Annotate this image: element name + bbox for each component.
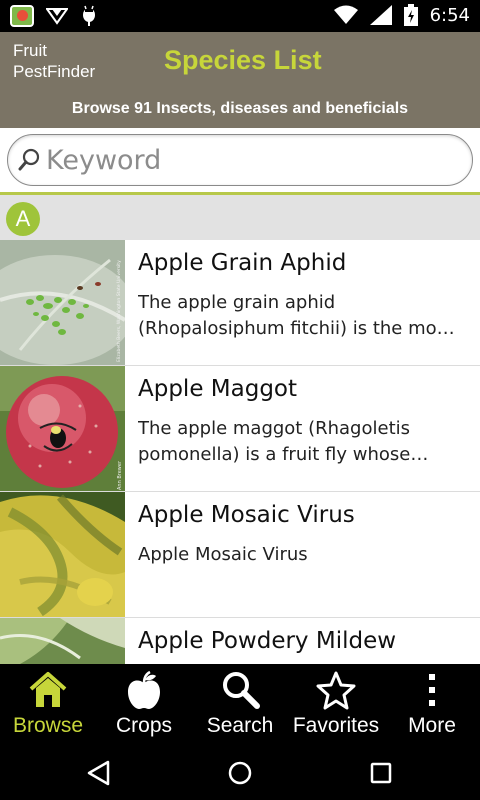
tab-label: More (408, 714, 456, 737)
species-description-line-2: pomonella) is a fruit fly whose… (138, 444, 429, 465)
system-nav-bar (0, 746, 480, 800)
page-subtitle: Browse 91 Insects, diseases and benefici… (71, 100, 409, 117)
search-bar (0, 128, 480, 192)
species-photo: Ann Brewer (0, 366, 125, 491)
species-photo (0, 492, 125, 617)
tab-label: Crops (115, 714, 173, 737)
home-icon (29, 672, 67, 707)
keyword-input[interactable] (46, 144, 446, 176)
photo-credit: Elizabeth Beers, Washington State Univer… (117, 260, 122, 362)
tab-browse[interactable]: Browse (0, 664, 96, 746)
star-icon (316, 671, 356, 710)
tab-more[interactable]: More (384, 664, 480, 746)
apple-icon (128, 670, 160, 709)
wifi-signal-icon (333, 5, 358, 24)
species-title: Apple Grain Aphid (138, 250, 347, 276)
tab-label: Search (206, 714, 274, 737)
magnifier-icon (18, 148, 40, 171)
list-item[interactable]: Ann Brewer Apple Maggot The apple maggot… (0, 366, 480, 492)
tab-label: Favorites (292, 714, 380, 737)
tab-crops[interactable]: Crops (96, 664, 192, 746)
species-title: Apple Powdery Mildew (138, 628, 397, 654)
home-circle-icon[interactable] (225, 758, 255, 788)
wifi-notification-icon (46, 8, 68, 25)
species-photo: Elizabeth Beers, Washington State Univer… (0, 240, 125, 365)
recents-icon[interactable] (366, 758, 396, 788)
species-list[interactable]: Elizabeth Beers, Washington State Univer… (0, 240, 480, 664)
app-brand: Fruit PestFinder (13, 40, 95, 82)
species-description-line-1: Apple Mosaic Virus (138, 544, 308, 565)
species-description-line-1: The apple grain aphid (138, 292, 336, 313)
species-description-line-1: The apple maggot (Rhagoletis (138, 418, 411, 439)
app-notification-icon (10, 5, 34, 27)
species-title: Apple Mosaic Virus (138, 502, 355, 528)
section-letter-badge: A (6, 202, 40, 236)
more-vertical-icon (429, 674, 435, 706)
bottom-nav: Browse Crops Search Favorites More (0, 664, 480, 746)
section-header: A (0, 192, 480, 240)
brand-line-2: PestFinder (13, 62, 96, 81)
battery-icon (403, 4, 418, 26)
brand-line-1: Fruit (13, 41, 47, 60)
status-bar: 6:54 (0, 0, 480, 32)
back-icon[interactable] (84, 758, 114, 788)
cell-signal-icon (369, 5, 392, 25)
tab-label: Browse (12, 714, 84, 737)
search-box[interactable] (7, 134, 473, 186)
tab-favorites[interactable]: Favorites (288, 664, 384, 746)
app-header: Fruit PestFinder Species List Browse 91 … (0, 32, 480, 128)
android-debug-icon (83, 5, 95, 26)
photo-credit: Ann Brewer (117, 460, 123, 490)
search-icon (223, 672, 260, 709)
list-item[interactable]: Elizabeth Beers, Washington State Univer… (0, 240, 480, 366)
list-item[interactable]: Apple Powdery Mildew (0, 618, 480, 664)
page-title: Species List (164, 45, 322, 75)
species-title: Apple Maggot (138, 376, 298, 402)
list-item[interactable]: Apple Mosaic Virus Apple Mosaic Virus (0, 492, 480, 618)
tab-search[interactable]: Search (192, 664, 288, 746)
clock: 6:54 (429, 4, 470, 26)
species-photo (0, 618, 125, 664)
species-description-line-2: (Rhopalosiphum fitchii) is the mo… (138, 318, 455, 339)
